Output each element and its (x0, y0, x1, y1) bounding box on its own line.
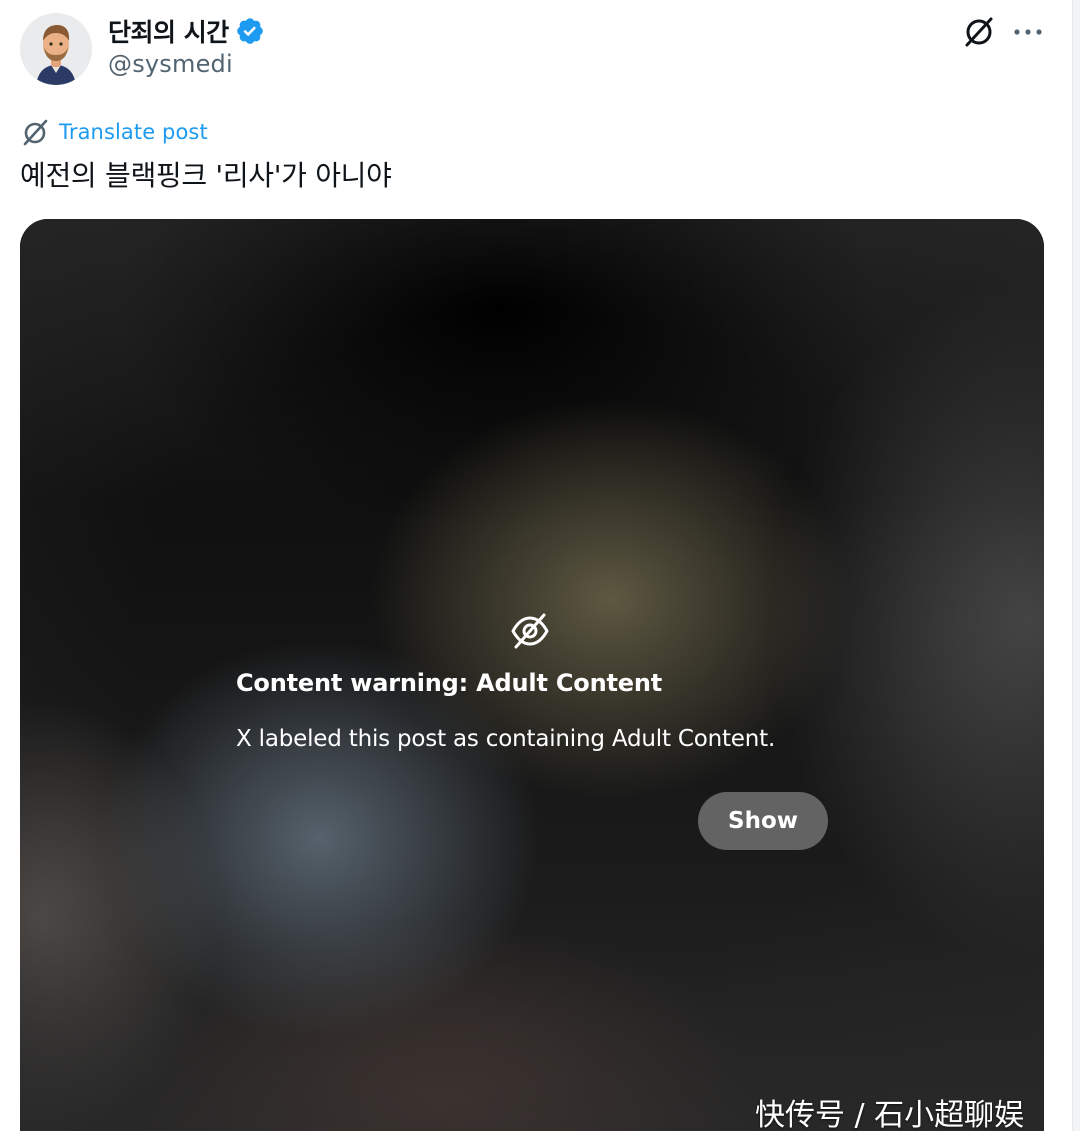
grok-icon[interactable] (958, 14, 1000, 50)
avatar[interactable] (20, 13, 92, 85)
more-icon[interactable] (1006, 14, 1050, 50)
handle[interactable]: @sysmedi (108, 50, 265, 78)
eye-off-icon (508, 609, 552, 653)
show-button[interactable]: Show (698, 792, 828, 850)
post-text: 예전의 블랙핑크 '리사'가 아니야 (20, 159, 392, 192)
watermark: 快传号 / 石小超聊娱 (755, 1098, 1025, 1131)
content-warning-title: Content warning: Adult Content (236, 669, 662, 697)
verified-badge-icon[interactable] (235, 16, 265, 46)
author-info[interactable]: 단죄의 시간 @sysmedi (108, 13, 265, 78)
name-row: 단죄의 시간 (108, 13, 265, 49)
translate-post-label[interactable]: Translate post (59, 120, 208, 144)
content-warning-body: X labeled this post as containing Adult … (236, 726, 776, 752)
grok-translate-icon (20, 116, 52, 148)
post-page: 단죄의 시간 @sysmedi Translate post 예전의 블랙핑크 … (0, 0, 1080, 1131)
header-actions (958, 14, 1050, 50)
media-content-warning[interactable]: Content warning: Adult Content X labeled… (20, 219, 1044, 1131)
scrollbar[interactable] (1072, 0, 1080, 1131)
avatar-memoji-icon (20, 13, 92, 85)
display-name[interactable]: 단죄의 시간 (108, 13, 229, 49)
translate-post-link[interactable]: Translate post (20, 116, 208, 148)
